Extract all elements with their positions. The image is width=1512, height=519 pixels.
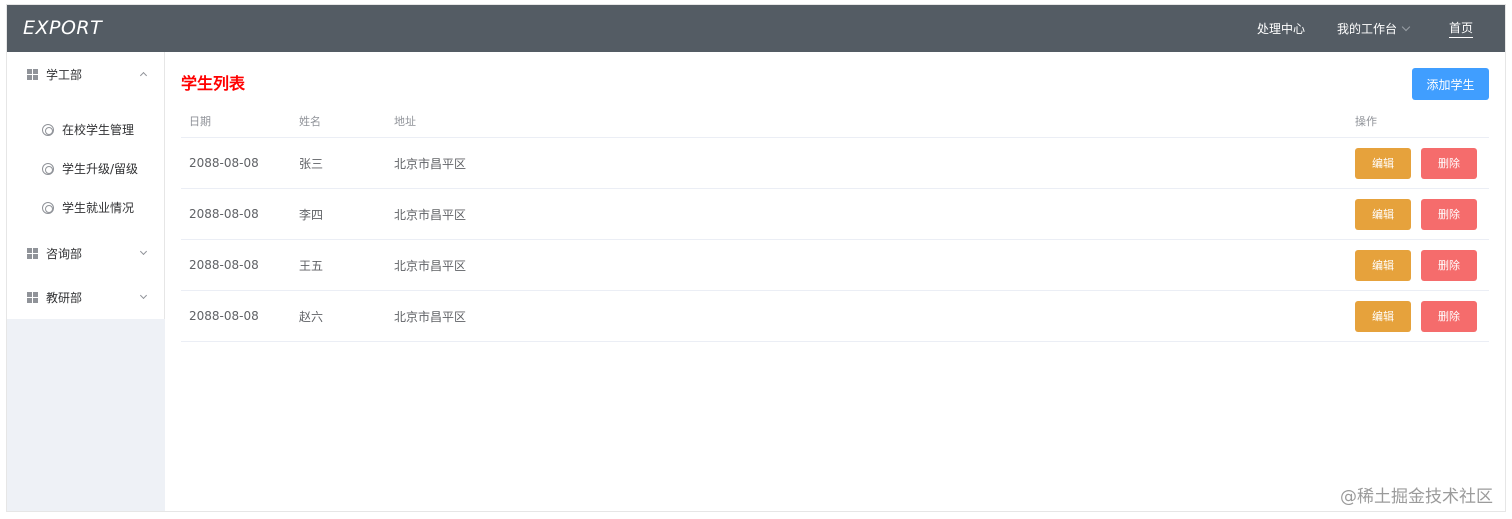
sidebar-group-label: 咨询部 xyxy=(46,246,83,261)
cell-date: 2088-08-08 xyxy=(189,309,259,323)
grid-icon xyxy=(27,68,38,80)
cell-date: 2088-08-08 xyxy=(189,258,259,272)
circle-icon xyxy=(42,162,54,175)
sidebar-group-consulting[interactable]: 咨询部 xyxy=(7,231,164,275)
delete-button[interactable]: 删除 xyxy=(1421,198,1477,230)
column-header-operations: 操作 xyxy=(1355,114,1377,128)
nav-item-label: 首页 xyxy=(1448,19,1473,38)
cell-name: 赵六 xyxy=(299,309,324,324)
table-row: 2088-08-08 张三 北京市昌平区 编辑 删除 xyxy=(181,138,1489,189)
sidebar-group-student-affairs[interactable]: 学工部 xyxy=(7,52,164,96)
watermark: @稀土掘金技术社区 xyxy=(1340,487,1493,507)
nav-item-label: 我的工作台 xyxy=(1336,22,1397,36)
sidebar-group-label: 学工部 xyxy=(46,67,83,82)
cell-address: 北京市昌平区 xyxy=(394,207,467,222)
cell-name: 李四 xyxy=(299,207,324,222)
delete-button[interactable]: 删除 xyxy=(1421,147,1477,179)
table-row: 2088-08-08 李四 北京市昌平区 编辑 删除 xyxy=(181,189,1489,240)
chevron-down-icon xyxy=(1401,22,1411,31)
column-header-date: 日期 xyxy=(189,114,211,128)
delete-button[interactable]: 删除 xyxy=(1421,249,1477,281)
sidebar-item-employment[interactable]: 学生就业情况 xyxy=(7,188,164,227)
top-nav-bar: EXPORT 处理中心 我的工作台 首页 xyxy=(7,5,1505,52)
cell-name: 王五 xyxy=(299,258,324,273)
cell-address: 北京市昌平区 xyxy=(394,258,467,273)
cell-operations: 编辑 删除 xyxy=(1347,147,1489,179)
sidebar-submenu: 在校学生管理 学生升级/留级 学生就业情况 xyxy=(7,96,164,231)
edit-button[interactable]: 编辑 xyxy=(1355,147,1411,179)
cell-operations: 编辑 删除 xyxy=(1347,300,1489,332)
page-title: 学生列表 xyxy=(181,74,246,93)
circle-icon xyxy=(42,201,54,214)
nav-my-workbench[interactable]: 我的工作台 xyxy=(1321,5,1425,52)
edit-button[interactable]: 编辑 xyxy=(1355,300,1411,332)
app-logo: EXPORT xyxy=(23,17,103,39)
cell-address: 北京市昌平区 xyxy=(394,309,467,324)
sidebar: 学工部 在校学生管理 学生升级/留级 学生就业情况 咨询部 教研部 xyxy=(7,52,165,511)
sidebar-item-label: 在校学生管理 xyxy=(62,123,135,137)
table-header: 日期 姓名 地址 操作 xyxy=(181,104,1489,138)
sidebar-item-label: 学生就业情况 xyxy=(62,201,135,215)
table-row: 2088-08-08 王五 北京市昌平区 编辑 删除 xyxy=(181,240,1489,291)
add-student-button[interactable]: 添加学生 xyxy=(1412,68,1489,100)
nav-home[interactable]: 首页 xyxy=(1425,5,1505,52)
sidebar-item-promotion-retention[interactable]: 学生升级/留级 xyxy=(7,149,164,188)
cell-operations: 编辑 删除 xyxy=(1347,198,1489,230)
chevron-down-icon xyxy=(139,291,148,300)
sidebar-item-student-management[interactable]: 在校学生管理 xyxy=(7,110,164,149)
top-nav-menu: 处理中心 我的工作台 首页 xyxy=(1241,5,1505,52)
cell-name: 张三 xyxy=(299,156,324,171)
grid-icon xyxy=(27,247,38,259)
student-table: 日期 姓名 地址 操作 2088-08-08 张三 北京市昌平区 编辑 删除 2… xyxy=(181,104,1489,342)
cell-date: 2088-08-08 xyxy=(189,156,259,170)
edit-button[interactable]: 编辑 xyxy=(1355,198,1411,230)
column-header-address: 地址 xyxy=(394,114,416,128)
app-frame: EXPORT 处理中心 我的工作台 首页 学工部 在校学生管理 学生升级/留级 … xyxy=(6,4,1506,512)
nav-item-label: 处理中心 xyxy=(1256,22,1305,36)
nav-processing-center[interactable]: 处理中心 xyxy=(1241,5,1321,52)
sidebar-group-research[interactable]: 教研部 xyxy=(7,275,164,319)
cell-operations: 编辑 删除 xyxy=(1347,249,1489,281)
table-row: 2088-08-08 赵六 北京市昌平区 编辑 删除 xyxy=(181,291,1489,342)
column-header-name: 姓名 xyxy=(299,114,321,128)
circle-icon xyxy=(42,123,54,136)
grid-icon xyxy=(27,291,38,303)
sidebar-menu: 学工部 在校学生管理 学生升级/留级 学生就业情况 咨询部 教研部 xyxy=(7,52,165,319)
sidebar-item-label: 学生升级/留级 xyxy=(62,162,139,176)
sidebar-group-label: 教研部 xyxy=(46,290,83,305)
chevron-up-icon xyxy=(139,71,148,80)
chevron-down-icon xyxy=(139,247,148,256)
edit-button[interactable]: 编辑 xyxy=(1355,249,1411,281)
cell-date: 2088-08-08 xyxy=(189,207,259,221)
cell-address: 北京市昌平区 xyxy=(394,156,467,171)
main-content: 学生列表 添加学生 日期 姓名 地址 操作 2088-08-08 张三 北京市昌… xyxy=(165,52,1505,511)
delete-button[interactable]: 删除 xyxy=(1421,300,1477,332)
